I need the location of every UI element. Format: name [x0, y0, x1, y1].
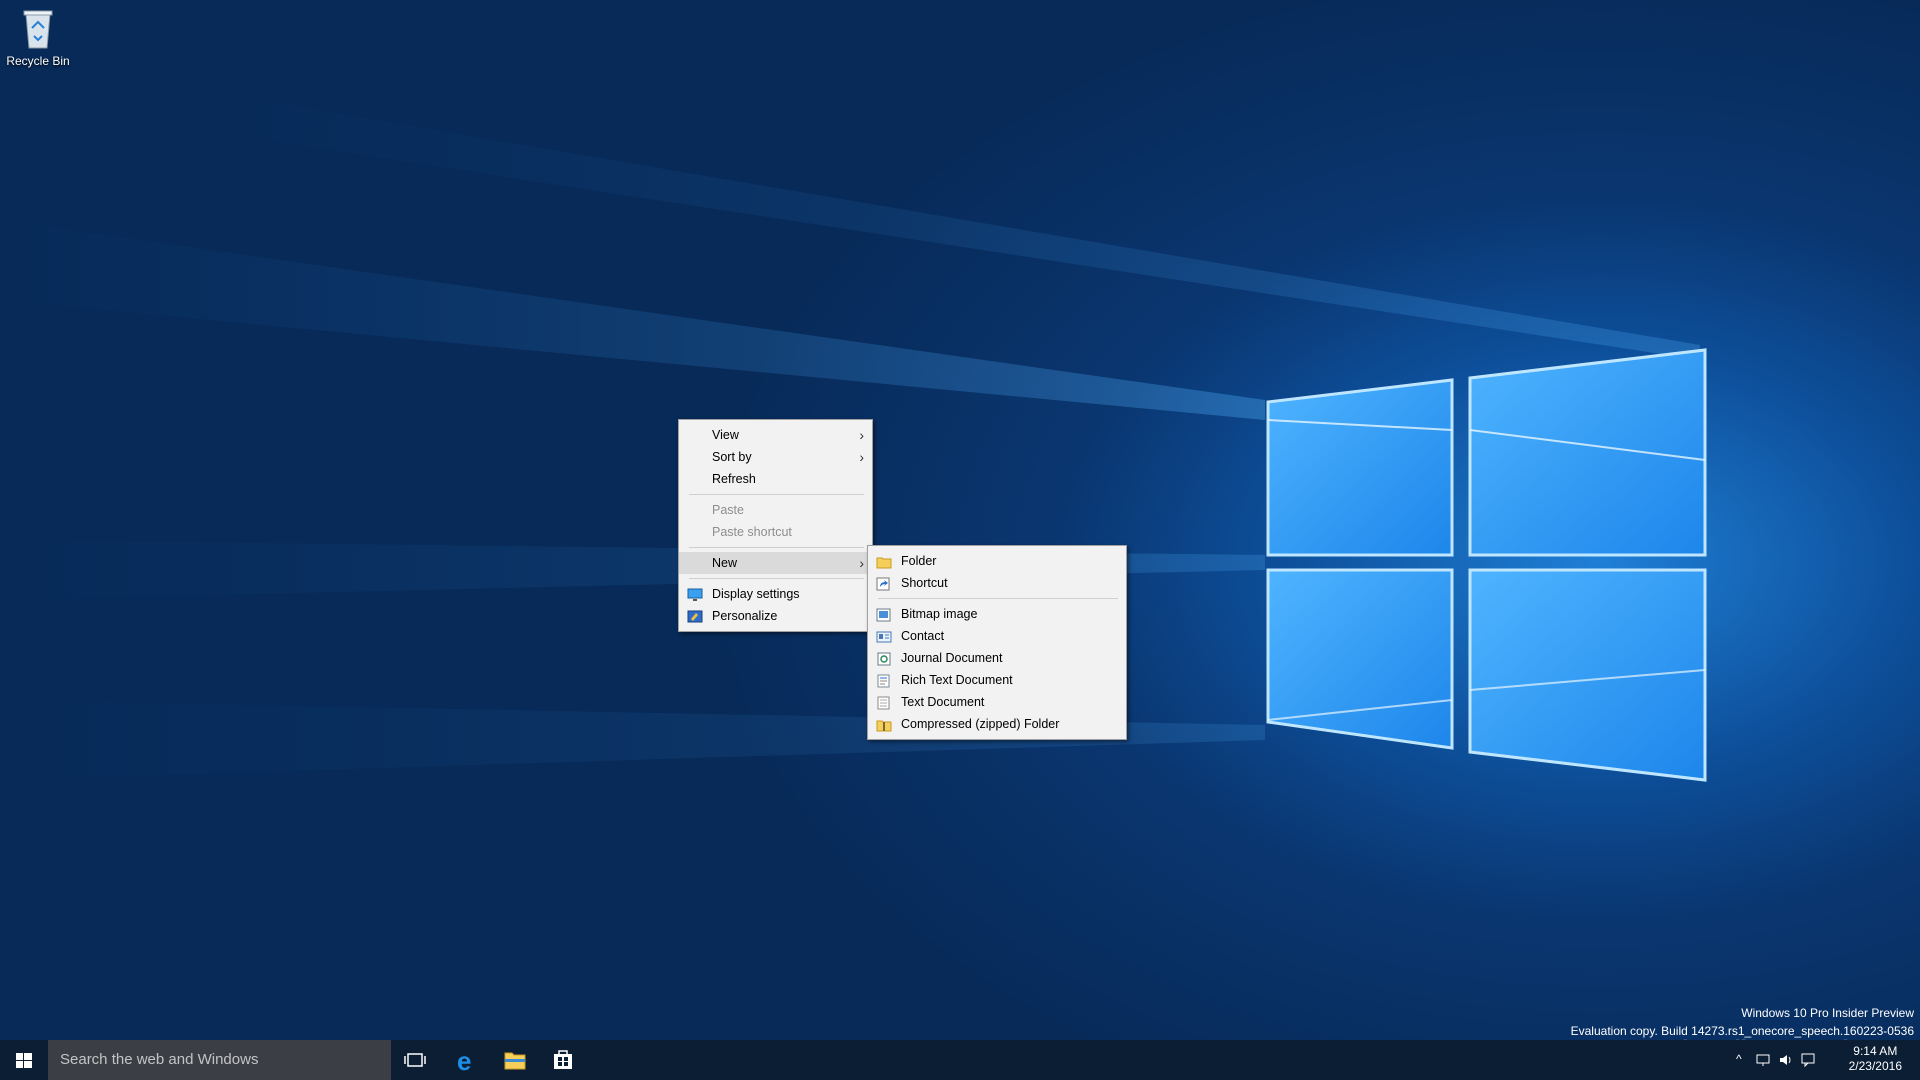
submenu-item-bitmap-image[interactable]: Bitmap image	[868, 603, 1126, 625]
shortcut-icon	[876, 576, 892, 591]
menu-item-label: Compressed (zipped) Folder	[901, 717, 1060, 731]
chevron-right-icon: ›	[859, 555, 864, 571]
menu-item-label: Folder	[901, 554, 937, 568]
recycle-bin-desktop-icon[interactable]: Recycle Bin	[4, 6, 72, 68]
menu-separator	[878, 598, 1118, 599]
submenu-item-shortcut[interactable]: Shortcut	[868, 572, 1126, 594]
menu-item-label: Paste shortcut	[712, 525, 792, 539]
contact-icon	[876, 629, 892, 643]
network-icon[interactable]	[1756, 1052, 1772, 1068]
submenu-item-journal-document[interactable]: Journal Document	[868, 647, 1126, 669]
submenu-item-rich-text-document[interactable]: Rich Text Document	[868, 669, 1126, 691]
svg-text:e: e	[457, 1046, 471, 1076]
display-icon	[687, 587, 703, 601]
bitmap-icon	[876, 607, 892, 622]
task-view-icon	[404, 1053, 426, 1067]
store-taskbar-button[interactable]	[539, 1040, 587, 1080]
file-explorer-taskbar-button[interactable]	[491, 1040, 539, 1080]
task-view-button[interactable]	[392, 1040, 440, 1080]
clock-date: 2/23/2016	[1848, 1059, 1902, 1073]
menu-item-label: Shortcut	[901, 576, 948, 590]
menu-item-paste-shortcut: Paste shortcut	[679, 521, 872, 543]
recycle-bin-icon	[18, 6, 58, 50]
taskbar-clock[interactable]: 9:14 AM 2/23/2016	[1849, 1044, 1902, 1074]
menu-item-label: View	[712, 428, 739, 442]
menu-item-sort-by[interactable]: Sort by ›	[679, 446, 872, 468]
menu-separator	[689, 494, 864, 495]
build-watermark-line1: Windows 10 Pro Insider Preview	[1741, 1006, 1914, 1020]
system-tray: ^ 9:14 AM 2/23/2016	[1720, 1040, 1920, 1080]
menu-item-label: Text Document	[901, 695, 985, 709]
menu-item-label: Contact	[901, 629, 945, 643]
menu-item-label: Display settings	[712, 587, 800, 601]
menu-item-paste: Paste	[679, 499, 872, 521]
windows-logo-icon	[16, 1053, 32, 1068]
recycle-bin-label: Recycle Bin	[6, 54, 70, 68]
text-document-icon	[876, 695, 892, 710]
menu-item-label: Journal Document	[901, 651, 1003, 665]
rtf-icon	[876, 673, 892, 688]
start-button[interactable]	[0, 1040, 48, 1080]
menu-item-label: Rich Text Document	[901, 673, 1013, 687]
store-icon	[554, 1050, 572, 1069]
action-center-icon[interactable]	[1800, 1052, 1816, 1068]
volume-icon[interactable]	[1778, 1052, 1794, 1068]
taskbar-search-box[interactable]: Search the web and Windows	[48, 1040, 391, 1080]
search-placeholder: Search the web and Windows	[60, 1051, 259, 1068]
chevron-up-icon[interactable]: ^	[1736, 1052, 1742, 1066]
taskbar: Search the web and Windows e ^ 9:14 AM 2…	[0, 1040, 1920, 1080]
file-explorer-icon	[504, 1052, 526, 1070]
chevron-right-icon: ›	[859, 449, 864, 465]
new-submenu: Folder Shortcut Bitmap image Contact Jou…	[867, 545, 1127, 740]
desktop-context-menu: View › Sort by › Refresh Paste Paste sho…	[678, 419, 873, 632]
edge-taskbar-button[interactable]: e	[443, 1040, 491, 1080]
folder-icon	[876, 554, 892, 569]
menu-item-new[interactable]: New ›	[679, 552, 872, 574]
journal-icon	[876, 651, 892, 666]
chevron-right-icon: ›	[859, 427, 864, 443]
menu-item-label: Sort by	[712, 450, 752, 464]
menu-item-personalize[interactable]: Personalize	[679, 605, 872, 627]
menu-separator	[689, 578, 864, 579]
menu-item-label: Paste	[712, 503, 744, 517]
menu-item-label: Personalize	[712, 609, 778, 623]
menu-item-display-settings[interactable]: Display settings	[679, 583, 872, 605]
menu-item-view[interactable]: View ›	[679, 424, 872, 446]
submenu-item-text-document[interactable]: Text Document	[868, 691, 1126, 713]
edge-browser-icon: e	[457, 1046, 471, 1076]
menu-item-label: New	[712, 556, 738, 570]
submenu-item-folder[interactable]: Folder	[868, 550, 1126, 572]
menu-separator	[689, 547, 864, 548]
zip-folder-icon	[876, 717, 892, 732]
menu-item-refresh[interactable]: Refresh	[679, 468, 872, 490]
menu-item-label: Refresh	[712, 472, 756, 486]
menu-item-label: Bitmap image	[901, 607, 978, 621]
submenu-item-contact[interactable]: Contact	[868, 625, 1126, 647]
personalize-icon	[687, 609, 703, 623]
clock-time: 9:14 AM	[1853, 1044, 1898, 1058]
submenu-item-compressed-folder[interactable]: Compressed (zipped) Folder	[868, 713, 1126, 735]
windows-logo-wallpaper	[0, 90, 1707, 782]
desktop-wallpaper	[0, 0, 1920, 1040]
